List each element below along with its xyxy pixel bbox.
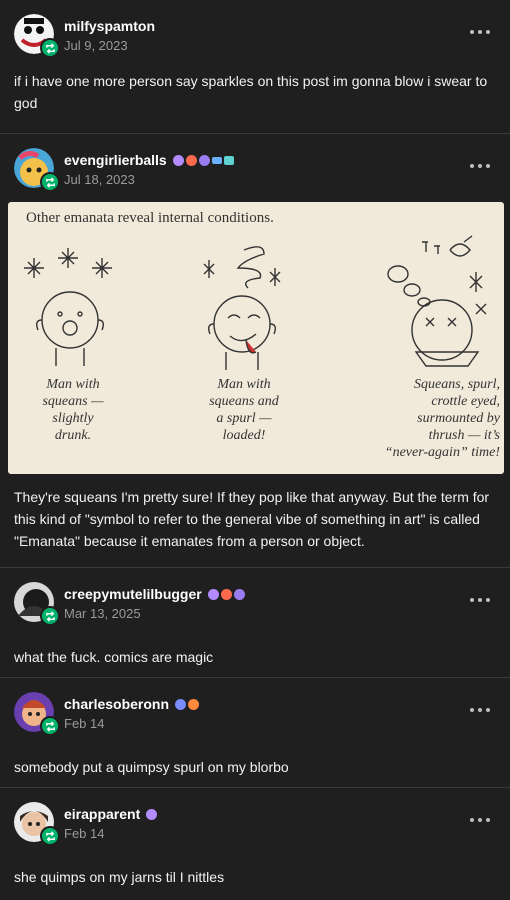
- more-options-icon[interactable]: [470, 702, 490, 718]
- post-date[interactable]: Mar 13, 2025: [64, 606, 141, 621]
- image-label: Man with squeans and a spurl — loaded!: [209, 377, 279, 443]
- reblog-badge: [40, 826, 60, 846]
- post-header: creepymutelilbugger Mar 13, 2025: [14, 568, 496, 630]
- post: eirapparent Feb 14 she quimps on my jarn…: [0, 788, 510, 900]
- sparkle-icon: [203, 260, 215, 278]
- post-date[interactable]: Feb 14: [64, 826, 104, 841]
- post: milfyspamton Jul 9, 2023 if i have one m…: [0, 0, 510, 134]
- more-options-icon[interactable]: [470, 24, 490, 40]
- badge-icon: [146, 808, 158, 820]
- image-label: Man with squeans — slightly drunk.: [42, 377, 104, 443]
- user-badges: [175, 698, 200, 710]
- reblog-badge: [40, 172, 60, 192]
- post-body: if i have one more person say sparkles o…: [14, 73, 488, 111]
- username-text[interactable]: eirapparent: [64, 806, 140, 822]
- user-badges: [207, 588, 245, 600]
- reblog-icon: [45, 176, 55, 188]
- user-badges: [172, 154, 234, 166]
- user-badges: [146, 808, 158, 820]
- post-image[interactable]: Other emanata reveal internal conditions…: [8, 202, 504, 474]
- badge-icon: [233, 588, 245, 600]
- post-body: somebody put a quimpsy spurl on my blorb…: [14, 759, 289, 775]
- post-body: she quimps on my jarns til I nittles: [14, 869, 225, 885]
- post-body: what the fuck. comics are magic: [14, 649, 214, 665]
- sparkle-icon: [469, 272, 483, 292]
- badge-icon: [207, 588, 219, 600]
- post-date[interactable]: Feb 14: [64, 716, 104, 731]
- reblog-badge: [40, 716, 60, 736]
- post-date[interactable]: Jul 9, 2023: [64, 38, 128, 53]
- post-date[interactable]: Jul 18, 2023: [64, 172, 135, 187]
- badge-icon: [220, 588, 232, 600]
- sparkle-icon: [92, 258, 112, 278]
- username[interactable]: milfyspamton: [64, 18, 155, 34]
- reblog-icon: [45, 830, 55, 842]
- post: charlesoberonn Feb 14 somebody put a qui…: [0, 678, 510, 788]
- badge-icon: [175, 698, 187, 710]
- username[interactable]: creepymutelilbugger: [64, 586, 245, 602]
- reblog-badge: [40, 606, 60, 626]
- post-body: They're squeans I'm pretty sure! If they…: [14, 489, 490, 549]
- reblog-icon: [45, 42, 55, 54]
- post-header: evengirlierballs Jul 18, 2023: [14, 134, 496, 196]
- sparkle-icon: [58, 248, 78, 268]
- badge-icon: [185, 154, 197, 166]
- username[interactable]: evengirlierballs: [64, 152, 234, 168]
- username-text[interactable]: evengirlierballs: [64, 152, 167, 168]
- username-text[interactable]: creepymutelilbugger: [64, 586, 202, 602]
- badge-icon: [172, 154, 184, 166]
- sparkle-icon: [269, 268, 281, 286]
- image-label: Squeans, spurl, crottle eyed, surmounted…: [384, 377, 500, 460]
- post-header: eirapparent Feb 14: [14, 788, 496, 850]
- more-options-icon[interactable]: [470, 592, 490, 608]
- more-options-icon[interactable]: [470, 158, 490, 174]
- post: evengirlierballs Jul 18, 2023 Other eman…: [0, 134, 510, 568]
- username-text[interactable]: milfyspamton: [64, 18, 155, 34]
- post-header: milfyspamton Jul 9, 2023: [14, 0, 496, 62]
- reblog-icon: [45, 610, 55, 622]
- badge-icon: [188, 698, 200, 710]
- reblog-icon: [45, 720, 55, 732]
- badge-icon: [211, 156, 222, 164]
- badge-icon: [223, 155, 234, 165]
- username-text[interactable]: charlesoberonn: [64, 696, 169, 712]
- post-header: charlesoberonn Feb 14: [14, 678, 496, 740]
- reblog-badge: [40, 38, 60, 58]
- sparkle-icon: [24, 258, 44, 278]
- username[interactable]: eirapparent: [64, 806, 158, 822]
- username[interactable]: charlesoberonn: [64, 696, 200, 712]
- sparkle-icon: [475, 303, 487, 315]
- post: creepymutelilbugger Mar 13, 2025 what th…: [0, 568, 510, 678]
- more-options-icon[interactable]: [470, 812, 490, 828]
- badge-icon: [198, 154, 210, 166]
